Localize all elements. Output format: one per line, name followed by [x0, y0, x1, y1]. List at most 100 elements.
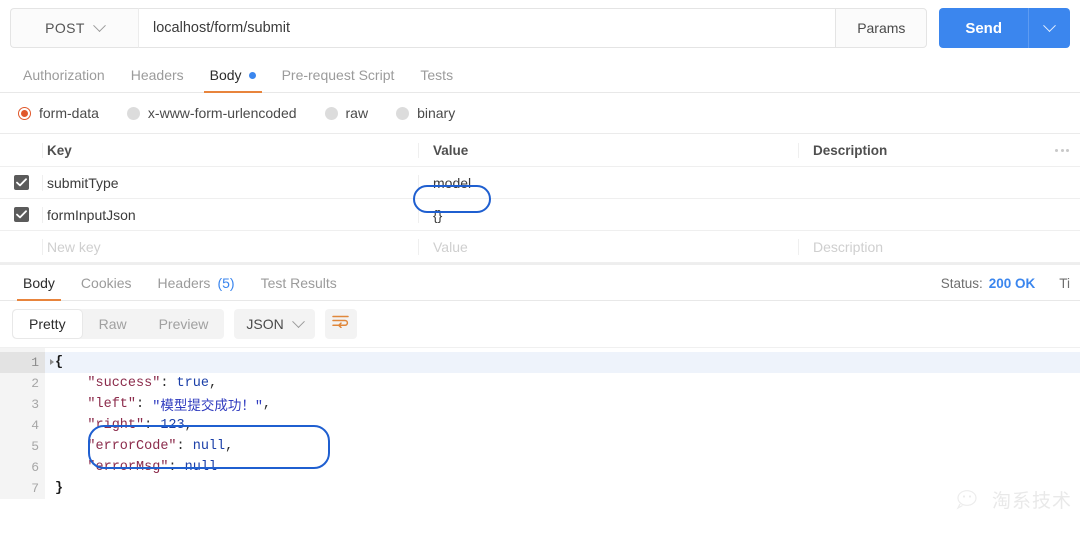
http-method-select[interactable]: POST	[10, 8, 138, 48]
radio-unselected-icon	[126, 106, 140, 120]
url-input[interactable]: localhost/form/submit	[138, 8, 836, 48]
line-number-gutter: 1 2 3 4 5 6 7	[0, 348, 54, 499]
table-row: submitType model	[0, 167, 1080, 199]
wrap-lines-button[interactable]	[324, 309, 357, 339]
send-label: Send	[965, 19, 1002, 37]
code-token-punc: ,	[225, 439, 234, 454]
radio-label: raw	[345, 105, 369, 121]
tab-tests[interactable]: Tests	[407, 67, 466, 92]
row-checkbox[interactable]	[0, 175, 42, 190]
new-row-description-placeholder: Description	[813, 238, 884, 255]
new-row-key-input[interactable]: New key	[42, 238, 418, 255]
language-label: JSON	[246, 316, 284, 332]
chevron-down-icon	[291, 314, 305, 328]
request-url-bar: POST localhost/form/submit Params Send	[0, 0, 1080, 56]
code-token-punc: :	[160, 376, 177, 391]
send-button[interactable]: Send	[939, 8, 1028, 48]
ellipsis-icon	[1055, 148, 1069, 152]
headers-count: (5)	[217, 275, 235, 291]
code-token-brace: {	[55, 355, 64, 370]
radio-unselected-icon	[324, 106, 338, 120]
tab-label: Headers	[130, 67, 184, 83]
code-line: }	[45, 478, 1080, 499]
row-value-input[interactable]: {}	[418, 206, 798, 223]
row-checkbox[interactable]	[0, 207, 42, 222]
line-number: 6	[0, 457, 45, 478]
send-button-group: Send	[939, 8, 1070, 48]
radio-unselected-icon	[396, 106, 410, 120]
new-row-description-input[interactable]: Description	[798, 238, 1044, 255]
params-button[interactable]: Params	[835, 8, 928, 48]
response-tab-headers[interactable]: Headers (5)	[145, 275, 248, 300]
code-token-atom: null	[184, 460, 218, 475]
status-label: Status:	[940, 276, 983, 291]
tab-label: Pre-request Script	[281, 67, 395, 83]
line-number-text: 3	[31, 397, 39, 412]
tab-headers[interactable]: Headers	[118, 67, 197, 92]
row-key-text: submitType	[47, 174, 119, 191]
response-body-code[interactable]: 1 2 3 4 5 6 7 { "success": true, "left":…	[0, 347, 1080, 499]
url-text: localhost/form/submit	[153, 20, 290, 36]
code-token-key: "success"	[87, 376, 161, 391]
view-pretty[interactable]: Pretty	[13, 310, 82, 338]
tab-pre-request-script[interactable]: Pre-request Script	[269, 67, 408, 92]
code-token-key: "right"	[87, 418, 145, 433]
line-number: 2	[0, 373, 45, 394]
line-number: 3	[0, 394, 45, 415]
radio-label: binary	[417, 105, 456, 121]
http-method-label: POST	[45, 20, 85, 36]
header-description: Description	[813, 142, 888, 158]
line-number-text: 4	[31, 418, 39, 433]
fold-triangle-icon[interactable]	[50, 359, 54, 365]
code-line: "right": 123,	[45, 415, 1080, 436]
line-number-text: 2	[31, 376, 39, 391]
radio-form-data[interactable]: form-data	[18, 105, 99, 121]
tab-label: Authorization	[23, 67, 105, 83]
tab-body[interactable]: Body	[197, 67, 269, 93]
code-line: "errorMsg": null	[45, 457, 1080, 478]
response-tab-cookies[interactable]: Cookies	[68, 275, 145, 300]
line-number: 1	[0, 352, 54, 373]
radio-selected-icon	[18, 106, 31, 120]
chevron-down-icon	[1043, 18, 1056, 32]
header-value: Value	[433, 142, 469, 158]
radio-binary[interactable]: binary	[396, 105, 455, 121]
code-line: "errorCode": null,	[45, 436, 1080, 457]
view-raw[interactable]: Raw	[83, 309, 143, 339]
send-options-button[interactable]	[1028, 8, 1070, 48]
row-value-input[interactable]: model	[418, 174, 798, 191]
radio-x-www-form-urlencoded[interactable]: x-www-form-urlencoded	[126, 105, 297, 121]
code-line: "success": true,	[45, 373, 1080, 394]
code-token-brace: }	[55, 481, 64, 496]
checkbox-checked-icon	[13, 175, 29, 190]
view-label: Preview	[158, 316, 209, 332]
view-label: Raw	[98, 316, 127, 332]
tab-authorization[interactable]: Authorization	[10, 67, 118, 92]
request-tabs: Authorization Headers Body Pre-request S…	[0, 56, 1080, 93]
line-number-text: 1	[31, 355, 39, 370]
response-tabs-bar: Body Cookies Headers (5) Test Results St…	[0, 263, 1080, 301]
row-key-input[interactable]: formInputJson	[42, 206, 418, 223]
time-label-truncated: Ti	[1059, 276, 1070, 291]
code-token-key: "errorMsg"	[87, 460, 169, 475]
row-key-text: formInputJson	[47, 206, 136, 223]
response-view-toolbar: Pretty Raw Preview JSON	[0, 301, 1080, 347]
view-preview[interactable]: Preview	[143, 309, 225, 339]
response-status: Status: 200 OK Ti	[941, 276, 1070, 300]
radio-raw[interactable]: raw	[324, 105, 369, 121]
tab-label: Cookies	[80, 275, 132, 291]
code-token-atom: true	[176, 376, 209, 391]
tab-label: Tests	[420, 67, 454, 83]
code-token-punc: :	[144, 418, 161, 433]
tab-label: Headers	[157, 275, 211, 291]
language-select[interactable]: JSON	[234, 309, 315, 339]
response-tab-test-results[interactable]: Test Results	[248, 275, 350, 300]
row-key-input[interactable]: submitType	[42, 174, 418, 191]
header-key: Key	[47, 142, 72, 158]
new-row-value-placeholder: Value	[433, 238, 468, 255]
table-options-button[interactable]	[1044, 148, 1080, 152]
row-value-text: model	[433, 174, 472, 191]
response-tab-body[interactable]: Body	[10, 275, 68, 301]
new-row-value-input[interactable]: Value	[418, 238, 798, 255]
tab-label: Body	[23, 275, 55, 291]
